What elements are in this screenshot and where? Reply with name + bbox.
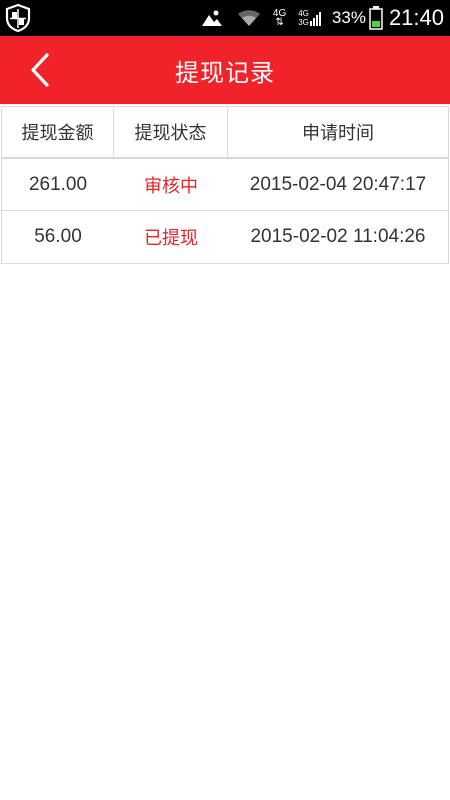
page-title: 提现记录: [175, 58, 275, 87]
time-cell: 2015-02-04 20:47:17: [249, 173, 427, 195]
status-cell: 已提现: [144, 228, 198, 249]
chevron-left-icon: [31, 53, 49, 87]
battery-percent: 33%: [331, 8, 366, 27]
status-bar: 4G ⇅ 4G 3G 33% 21:40: [0, 0, 450, 36]
column-header-status: 提现状态: [114, 107, 228, 157]
table-row[interactable]: 261.00 审核中 2015-02-04 20:47:17: [2, 159, 448, 211]
amount-cell: 261.00: [28, 173, 88, 195]
image-icon: [201, 9, 223, 27]
status-cell: 审核中: [144, 175, 198, 197]
amount-cell: 56.00: [34, 226, 82, 247]
network-type-4g: 4G ⇅: [272, 7, 287, 28]
battery-icon: [369, 6, 383, 30]
app-header: 提现记录: [0, 36, 450, 104]
table-row[interactable]: 56.00 已提现 2015-02-02 11:04:26: [2, 211, 448, 263]
data-arrows-icon: ⇅: [275, 16, 284, 28]
column-header-amount: 提现金额: [2, 107, 114, 157]
back-button[interactable]: [20, 50, 60, 90]
column-header-time: 申请时间: [302, 123, 374, 144]
clock: 21:40: [388, 5, 444, 30]
shield-icon: [4, 3, 32, 33]
wifi-icon: [237, 9, 261, 27]
signal-icon: [309, 10, 322, 26]
table-header-row: 提现金额 提现状态 申请时间: [2, 107, 448, 159]
time-cell: 2015-02-02 11:04:26: [250, 226, 426, 247]
network-type-dual: 4G 3G: [298, 9, 309, 27]
records-table: 提现金额 提现状态 申请时间 261.00 审核中 2015-02-04 20:…: [1, 106, 449, 264]
